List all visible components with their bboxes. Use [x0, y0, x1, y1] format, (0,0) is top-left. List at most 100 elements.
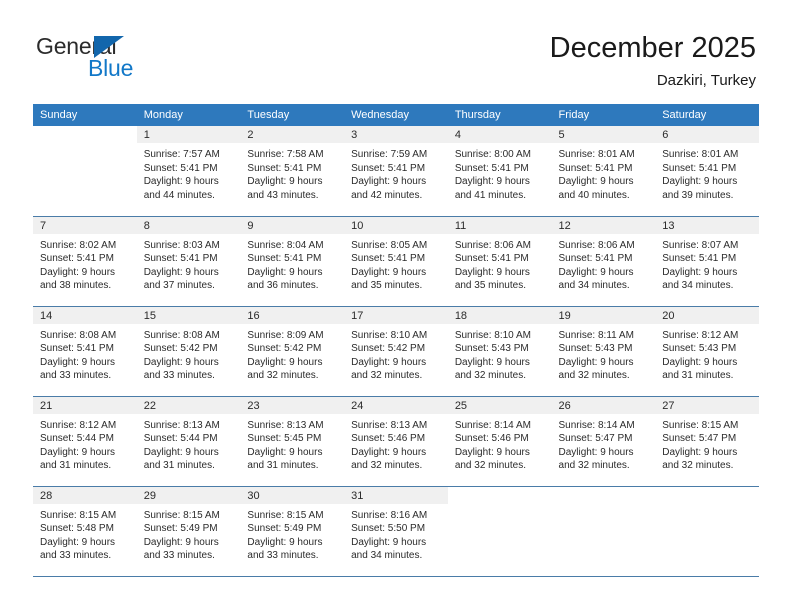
- sunset-text: Sunset: 5:41 PM: [558, 162, 633, 174]
- calendar-day-cell[interactable]: 8 Sunrise: 8:03 AM Sunset: 5:41 PM Daylight…: [136, 215, 241, 306]
- daylight-text-line2: and 31 minutes.: [40, 460, 112, 472]
- day-number: 30: [240, 486, 345, 504]
- day-details: Sunrise: 8:11 AM Sunset: 5:43 PM Daylight:…: [552, 324, 656, 383]
- calendar-day-cell[interactable]: 20 Sunrise: 8:12 AM Sunset: 5:43 PM Dayligh…: [655, 305, 759, 396]
- calendar-day-cell[interactable]: 28 Sunrise: 8:15 AM Sunset: 5:48 PM Dayligh…: [33, 485, 137, 577]
- calendar-day-cell[interactable]: 16 Sunrise: 8:09 AM Sunset: 5:42 PM Dayligh…: [240, 305, 345, 396]
- day-number: 7: [33, 216, 137, 234]
- daylight-text-line1: Daylight: 9 hours: [143, 446, 219, 458]
- location-subtitle: Dazkiri, Turkey: [656, 72, 756, 89]
- day-number: 19: [551, 306, 656, 324]
- daylight-text-line1: Daylight: 9 hours: [247, 266, 323, 278]
- calendar-day-cell[interactable]: 15 Sunrise: 8:08 AM Sunset: 5:42 PM Dayligh…: [136, 305, 241, 396]
- calendar-day-cell[interactable]: 7 Sunrise: 8:02 AM Sunset: 5:41 PM Daylight…: [33, 215, 137, 306]
- calendar-day-cell[interactable]: 13 Sunrise: 8:07 AM Sunset: 5:41 PM Dayligh…: [655, 215, 759, 306]
- sunrise-text: Sunrise: 8:13 AM: [247, 419, 324, 431]
- calendar-day-cell[interactable]: 25 Sunrise: 8:14 AM Sunset: 5:46 PM Dayligh…: [447, 395, 552, 486]
- daylight-text-line1: Daylight: 9 hours: [558, 356, 634, 368]
- calendar-day-cell[interactable]: 10 Sunrise: 8:05 AM Sunset: 5:41 PM Dayligh…: [344, 215, 448, 306]
- sunset-text: Sunset: 5:41 PM: [247, 162, 322, 174]
- day-number: 3: [344, 126, 448, 143]
- day-number: 20: [655, 306, 759, 324]
- sunrise-text: Sunrise: 7:57 AM: [143, 149, 220, 160]
- calendar-day-cell[interactable]: 18 Sunrise: 8:10 AM Sunset: 5:43 PM Dayligh…: [447, 305, 552, 396]
- title-block: December 2025 Dazkiri, Turkey: [550, 30, 756, 92]
- daylight-text-line2: and 39 minutes.: [662, 189, 734, 201]
- calendar-day-cell[interactable]: 3 Sunrise: 7:59 AM Sunset: 5:41 PM Daylight…: [344, 126, 448, 216]
- calendar-week-row: 21 Sunrise: 8:12 AM Sunset: 5:44 PM Dayligh…: [33, 395, 759, 486]
- sunrise-text: Sunrise: 8:14 AM: [454, 419, 531, 431]
- weekday-header-sunday: Sunday: [33, 104, 137, 126]
- day-details: Sunrise: 7:59 AM Sunset: 5:41 PM Daylight:…: [344, 143, 448, 202]
- daylight-text-line2: and 32 minutes.: [662, 460, 734, 472]
- calendar-day-cell[interactable]: 1 Sunrise: 7:57 AM Sunset: 5:41 PM Daylight…: [136, 126, 241, 216]
- sunrise-text: Sunrise: 8:01 AM: [662, 149, 739, 160]
- day-details: Sunrise: 8:01 AM Sunset: 5:41 PM Daylight:…: [552, 143, 656, 202]
- calendar-day-cell[interactable]: 4 Sunrise: 8:00 AM Sunset: 5:41 PM Daylight…: [447, 126, 552, 216]
- sunrise-text: Sunrise: 8:04 AM: [247, 239, 324, 251]
- day-number: 25: [447, 396, 552, 414]
- calendar-day-cell[interactable]: 12 Sunrise: 8:06 AM Sunset: 5:41 PM Dayligh…: [551, 215, 656, 306]
- weekday-header-thursday: Thursday: [447, 104, 552, 126]
- calendar-day-cell[interactable]: 14 Sunrise: 8:08 AM Sunset: 5:41 PM Dayligh…: [33, 305, 137, 396]
- calendar-day-cell[interactable]: 23 Sunrise: 8:13 AM Sunset: 5:45 PM Dayligh…: [240, 395, 345, 486]
- calendar-day-cell[interactable]: 6 Sunrise: 8:01 AM Sunset: 5:41 PM Daylight…: [655, 126, 759, 216]
- calendar-day-cell[interactable]: 5 Sunrise: 8:01 AM Sunset: 5:41 PM Daylight…: [551, 126, 656, 216]
- weekday-header-monday: Monday: [136, 104, 241, 126]
- daylight-text-line2: and 33 minutes.: [40, 550, 112, 562]
- day-number: 12: [551, 216, 656, 234]
- day-number: 17: [344, 306, 448, 324]
- daylight-text-line2: and 40 minutes.: [558, 189, 630, 201]
- sunset-text: Sunset: 5:43 PM: [558, 343, 633, 355]
- day-details: Sunrise: 7:58 AM Sunset: 5:41 PM Daylight:…: [240, 143, 344, 202]
- weekday-header-wednesday: Wednesday: [344, 104, 448, 126]
- calendar-day-cell[interactable]: 19 Sunrise: 8:11 AM Sunset: 5:43 PM Dayligh…: [551, 305, 656, 396]
- daylight-text-line1: Daylight: 9 hours: [40, 536, 116, 548]
- sunrise-text: Sunrise: 8:10 AM: [454, 329, 531, 341]
- sunrise-text: Sunrise: 8:15 AM: [662, 419, 739, 431]
- calendar-day-cell[interactable]: 2 Sunrise: 7:58 AM Sunset: 5:41 PM Daylight…: [240, 126, 345, 216]
- daylight-text-line1: Daylight: 9 hours: [247, 536, 323, 548]
- sunrise-text: Sunrise: 8:15 AM: [40, 509, 117, 521]
- calendar-day-cell[interactable]: 9 Sunrise: 8:04 AM Sunset: 5:41 PM Daylight…: [240, 215, 345, 306]
- daylight-text-line1: Daylight: 9 hours: [558, 176, 634, 188]
- calendar-week-row: 7 Sunrise: 8:02 AM Sunset: 5:41 PM Daylight…: [33, 215, 759, 306]
- calendar-day-cell[interactable]: 11 Sunrise: 8:06 AM Sunset: 5:41 PM Dayligh…: [447, 215, 552, 306]
- calendar-day-cell[interactable]: 24 Sunrise: 8:13 AM Sunset: 5:46 PM Dayligh…: [344, 395, 448, 486]
- sunset-text: Sunset: 5:47 PM: [558, 433, 633, 445]
- calendar-day-cell[interactable]: 30 Sunrise: 8:15 AM Sunset: 5:49 PM Dayligh…: [240, 485, 345, 577]
- day-details: Sunrise: 8:06 AM Sunset: 5:41 PM Daylight:…: [552, 234, 656, 293]
- sunset-text: Sunset: 5:46 PM: [454, 433, 529, 445]
- sunrise-text: Sunrise: 8:01 AM: [558, 149, 635, 160]
- page-header: General Blue December 2025 Dazkiri, Turk…: [0, 0, 792, 104]
- calendar-day-cell[interactable]: 27 Sunrise: 8:15 AM Sunset: 5:47 PM Dayligh…: [655, 395, 759, 486]
- general-blue-logo[interactable]: General Blue: [36, 33, 166, 85]
- calendar-day-cell[interactable]: 21 Sunrise: 8:12 AM Sunset: 5:44 PM Dayligh…: [33, 395, 137, 486]
- daylight-text-line1: Daylight: 9 hours: [247, 446, 323, 458]
- sunrise-text: Sunrise: 8:13 AM: [143, 419, 220, 431]
- day-number: 23: [240, 396, 345, 414]
- day-number: 10: [344, 216, 448, 234]
- day-number: 6: [655, 126, 759, 143]
- sunrise-text: Sunrise: 8:12 AM: [662, 329, 739, 341]
- calendar-day-cell[interactable]: 31 Sunrise: 8:16 AM Sunset: 5:50 PM Dayligh…: [344, 485, 448, 577]
- daylight-text-line2: and 34 minutes.: [558, 280, 630, 292]
- sunrise-text: Sunrise: 8:16 AM: [351, 509, 428, 521]
- daylight-text-line1: Daylight: 9 hours: [143, 176, 219, 188]
- day-number: 4: [447, 126, 552, 143]
- calendar-day-cell[interactable]: 22 Sunrise: 8:13 AM Sunset: 5:44 PM Dayligh…: [136, 395, 241, 486]
- day-details: Sunrise: 7:57 AM Sunset: 5:41 PM Daylight:…: [137, 143, 241, 202]
- day-details: Sunrise: 8:08 AM Sunset: 5:41 PM Daylight:…: [33, 324, 137, 383]
- daylight-text-line2: and 33 minutes.: [247, 550, 319, 562]
- day-details: Sunrise: 8:07 AM Sunset: 5:41 PM Daylight:…: [655, 234, 759, 293]
- sunset-text: Sunset: 5:45 PM: [247, 433, 322, 445]
- day-details: Sunrise: 8:10 AM Sunset: 5:42 PM Daylight:…: [344, 324, 448, 383]
- calendar-day-cell[interactable]: 17 Sunrise: 8:10 AM Sunset: 5:42 PM Dayligh…: [344, 305, 448, 396]
- calendar-day-cell[interactable]: 26 Sunrise: 8:14 AM Sunset: 5:47 PM Dayligh…: [551, 395, 656, 486]
- page-title: December 2025: [549, 32, 756, 64]
- day-number: 1: [136, 126, 241, 143]
- calendar-day-cell[interactable]: 29 Sunrise: 8:15 AM Sunset: 5:49 PM Dayligh…: [136, 485, 241, 577]
- sunset-text: Sunset: 5:41 PM: [143, 162, 218, 174]
- sunrise-text: Sunrise: 8:02 AM: [40, 239, 117, 251]
- daylight-text-line1: Daylight: 9 hours: [143, 356, 219, 368]
